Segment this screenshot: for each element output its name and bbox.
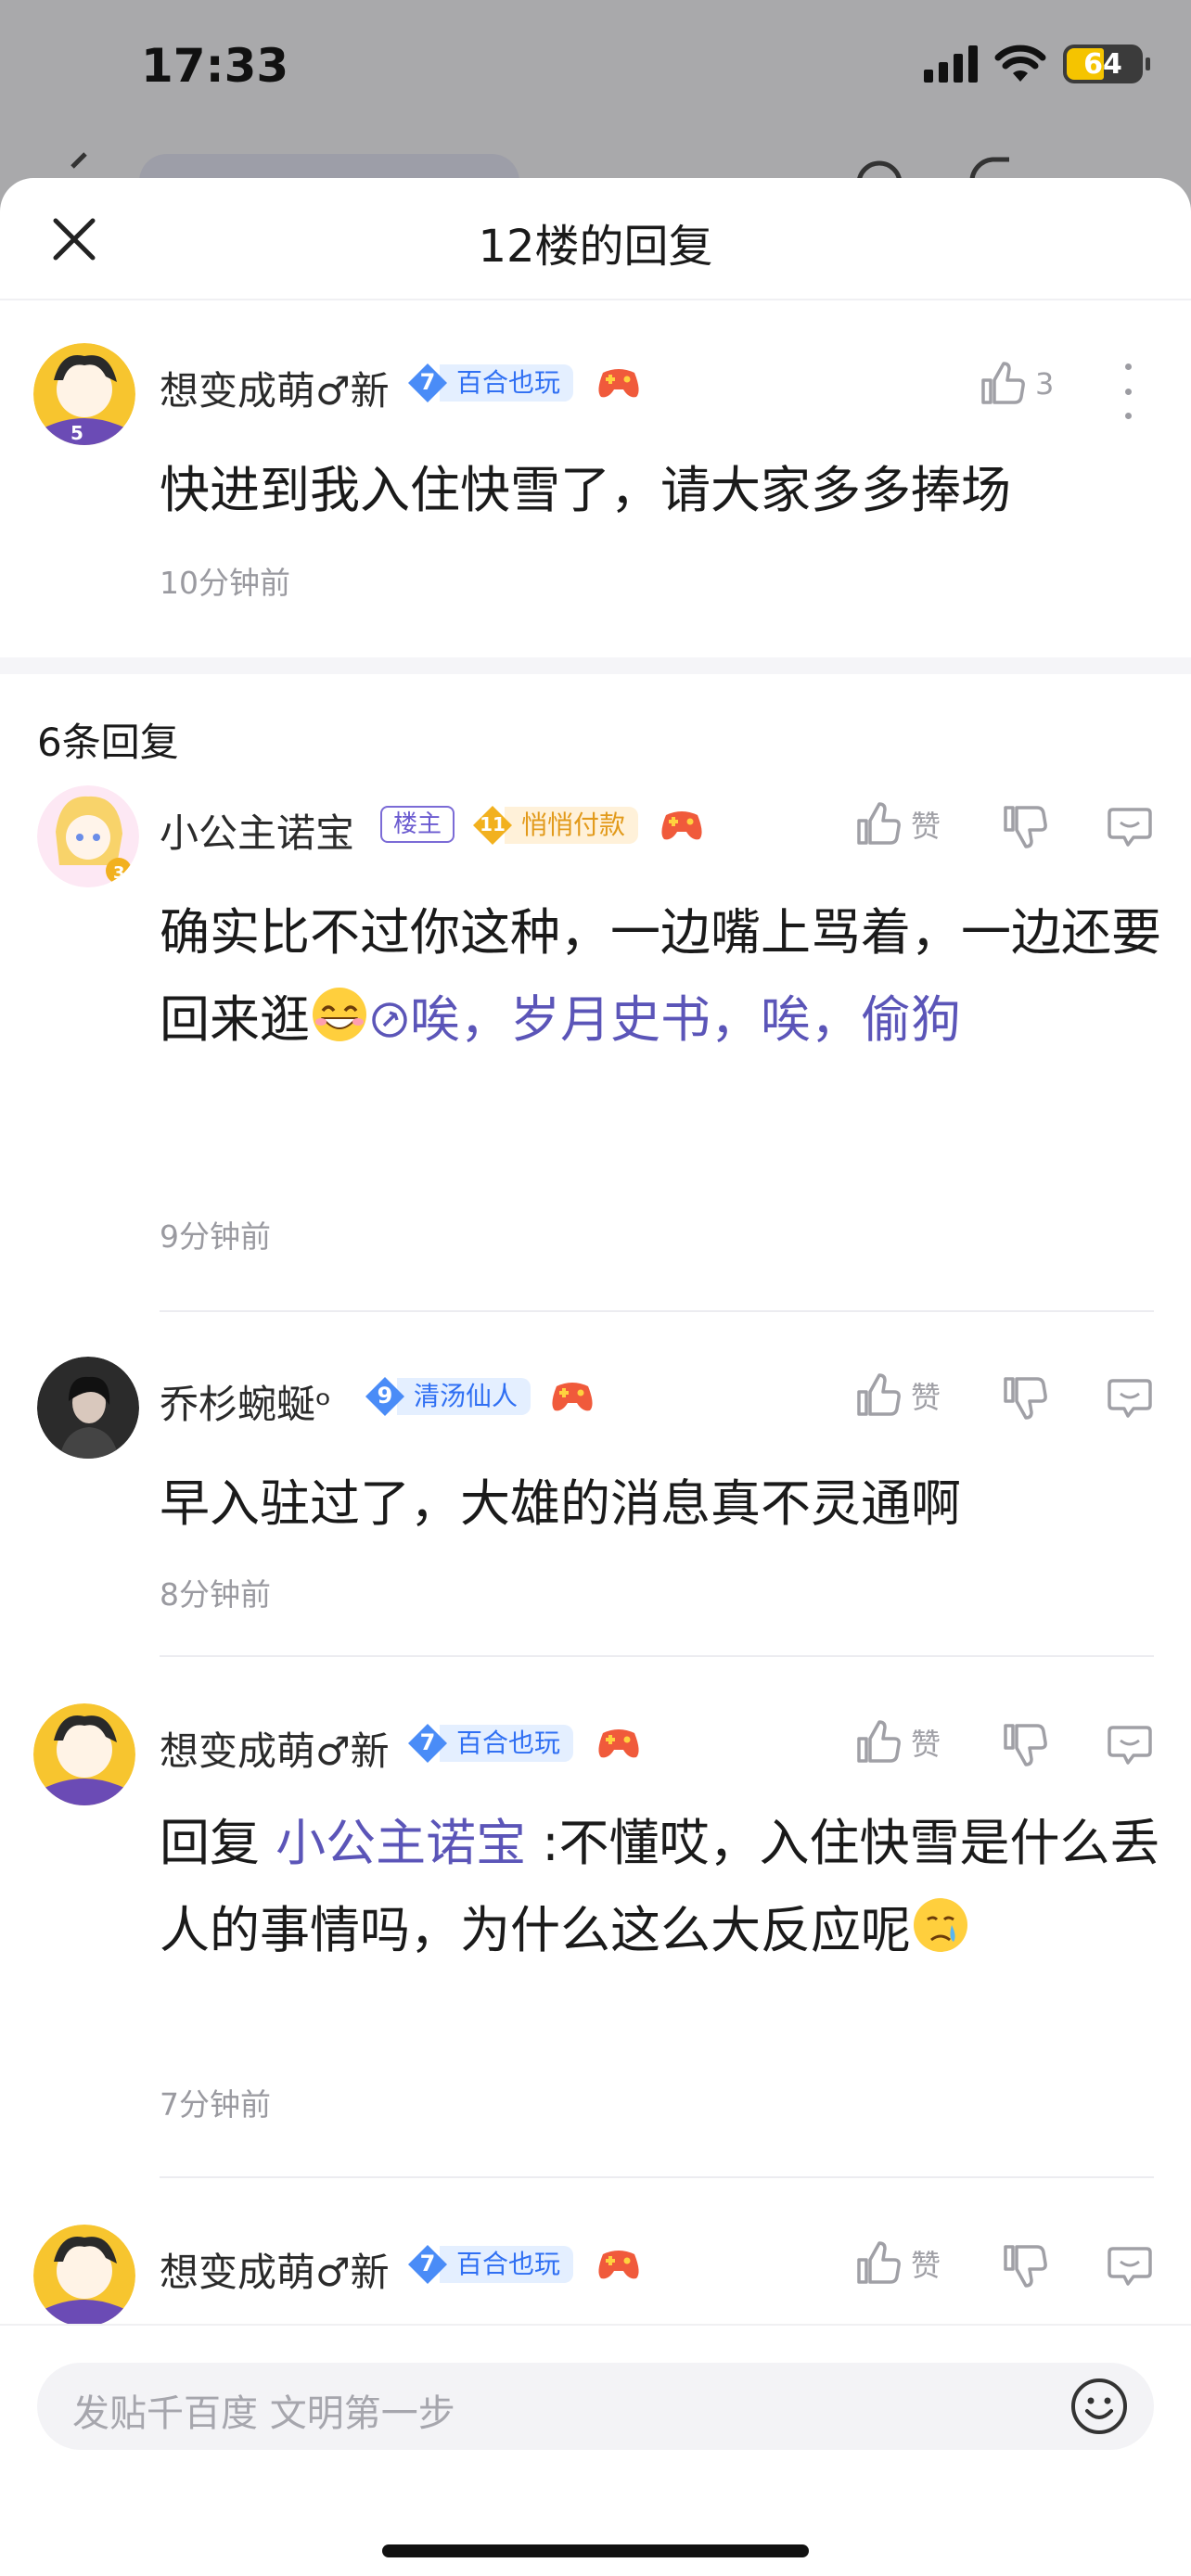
reply-count-header: 6条回复 — [0, 674, 1191, 776]
reply-item: 3 小公主诺宝 楼主 11 悄悄付款 赞 确实比不过你这种，一边嘴上骂着，一边还… — [0, 776, 1191, 1312]
level-title: 清汤仙人 — [397, 1378, 531, 1415]
gamepad-icon — [598, 369, 639, 398]
thumbs-down-icon[interactable] — [1000, 802, 1048, 850]
post-time: 10分钟前 — [160, 565, 290, 601]
comment-icon[interactable] — [1106, 1373, 1154, 1422]
crying-emoji-icon — [914, 1898, 967, 1952]
status-time: 17:33 — [141, 39, 289, 93]
thumbs-up-icon — [857, 1373, 901, 1416]
svg-text:3: 3 — [113, 863, 125, 883]
reply-time: 7分钟前 — [160, 2086, 271, 2123]
level-diamond-icon: 7 — [406, 2243, 449, 2286]
reply-to-link[interactable]: 小公主诺宝 — [275, 1814, 526, 1872]
like-count: 3 — [1035, 366, 1055, 402]
level-diamond-icon: 9 — [364, 1375, 406, 1418]
gamepad-icon — [598, 1729, 639, 1758]
like-button[interactable]: 3 — [978, 360, 1054, 408]
level-badge: 11 悄悄付款 — [471, 804, 639, 847]
battery-icon: 64 — [1063, 45, 1150, 83]
reply-time: 8分钟前 — [160, 1576, 271, 1613]
gamepad-icon — [598, 2251, 639, 2279]
battery-level: 64 — [1083, 47, 1122, 81]
reply-item: 乔杉蜿蜒ᵒ 9 清汤仙人 赞 早入驻过了，大雄的消息真不灵通啊 8分钟前 — [0, 1312, 1191, 1657]
more-options-icon[interactable] — [1119, 363, 1137, 419]
thumbs-down-icon[interactable] — [1000, 1373, 1048, 1422]
avatar[interactable]: 3 — [37, 785, 139, 887]
home-indicator[interactable] — [382, 2544, 809, 2557]
username[interactable]: 想变成萌♂新 — [160, 2241, 390, 2298]
reply-item: 想变成萌♂新 7 百合也玩 赞 回复 小公主诺宝 :不懂哎，入住快雪是什么丢人的… — [0, 1657, 1191, 2178]
post-content: 快进到我入住快雪了，请大家多多捧场 — [160, 461, 1011, 519]
avatar[interactable] — [33, 1703, 135, 1805]
like-button[interactable]: 赞 — [853, 1371, 941, 1420]
original-post: 5 想变成萌♂新 7 百合也玩 3 快进到我入住快雪了，请大家多多捧场 10分钟… — [0, 300, 1191, 657]
reply-content: 回复 小公主诺宝 :不懂哎，入住快雪是什么丢人的事情吗，为什么这么大反应呢 — [160, 1814, 1160, 1959]
like-label: 赞 — [911, 809, 941, 844]
level-diamond-icon: 11 — [471, 804, 514, 847]
thumbs-up-icon — [857, 2241, 901, 2284]
gamepad-icon — [661, 811, 702, 840]
level-title: 百合也玩 — [440, 364, 574, 402]
comment-placeholder: 发贴千百度 文明第一步 — [72, 2392, 455, 2435]
thumbs-up-icon — [857, 802, 901, 845]
like-button[interactable]: 赞 — [853, 2239, 941, 2288]
reply-time: 9分钟前 — [160, 1218, 271, 1255]
thumbs-down-icon[interactable] — [1000, 2241, 1048, 2289]
emoji-smile-icon[interactable] — [1069, 2376, 1130, 2437]
comment-icon[interactable] — [1106, 2241, 1154, 2289]
level-badge: 7 百合也玩 — [406, 1722, 574, 1765]
level-title: 百合也玩 — [440, 1725, 574, 1762]
like-label: 赞 — [911, 1727, 941, 1762]
thumbs-down-icon[interactable] — [1000, 1720, 1048, 1768]
comment-input[interactable]: 发贴千百度 文明第一步 — [37, 2363, 1154, 2450]
reply-content: 早入驻过了，大雄的消息真不灵通啊 — [160, 1474, 961, 1533]
level-title: 百合也玩 — [440, 2246, 574, 2283]
mention-link[interactable]: 唉，岁月史书，唉，偷狗 — [369, 990, 961, 1049]
avatar[interactable]: 5 — [33, 343, 135, 445]
avatar[interactable] — [37, 1357, 139, 1459]
gamepad-icon — [552, 1383, 593, 1411]
username[interactable]: 想变成萌♂新 — [160, 360, 390, 416]
wifi-icon — [994, 45, 1046, 82]
comment-icon[interactable] — [1106, 1720, 1154, 1768]
like-button[interactable]: 赞 — [853, 800, 941, 848]
divider — [0, 657, 1191, 674]
status-icons: 64 — [924, 45, 1150, 83]
like-button[interactable]: 赞 — [853, 1718, 941, 1766]
like-label: 赞 — [911, 2248, 941, 2283]
username[interactable]: 小公主诺宝 — [160, 802, 354, 859]
sheet-header: 12楼的回复 — [0, 178, 1191, 300]
reply-content: 确实比不过你这种，一边嘴上骂着，一边还要回来逛 唉，岁月史书，唉，偷狗 — [160, 903, 1161, 1049]
reply-sheet: 12楼的回复 5 想变成萌♂新 7 百合也玩 3 快进到我入住快雪了，请大家多多… — [0, 178, 1191, 2576]
like-label: 赞 — [911, 1380, 941, 1415]
svg-text:5: 5 — [70, 422, 83, 444]
thumbs-up-icon — [981, 362, 1025, 404]
owner-tag: 楼主 — [380, 806, 455, 843]
level-title: 悄悄付款 — [505, 807, 639, 844]
comment-icon[interactable] — [1106, 802, 1154, 850]
username[interactable]: 乔杉蜿蜒ᵒ — [160, 1373, 331, 1430]
level-diamond-icon: 7 — [406, 362, 449, 404]
laughing-emoji-icon — [313, 988, 366, 1041]
sheet-title: 12楼的回复 — [478, 221, 713, 273]
level-badge: 7 百合也玩 — [406, 2243, 574, 2286]
avatar[interactable] — [33, 2225, 135, 2327]
username[interactable]: 想变成萌♂新 — [160, 1720, 390, 1777]
status-bar: 17:33 64 — [0, 0, 1191, 139]
comment-bar: 发贴千百度 文明第一步 — [0, 2324, 1191, 2576]
thumbs-up-icon — [857, 1720, 901, 1763]
level-diamond-icon: 7 — [406, 1722, 449, 1765]
at-link-icon — [372, 1002, 407, 1038]
reply-count: 6条回复 — [37, 720, 179, 765]
level-badge: 7 百合也玩 — [406, 362, 574, 404]
level-badge: 9 清汤仙人 — [364, 1375, 531, 1418]
signal-icon — [924, 45, 978, 83]
